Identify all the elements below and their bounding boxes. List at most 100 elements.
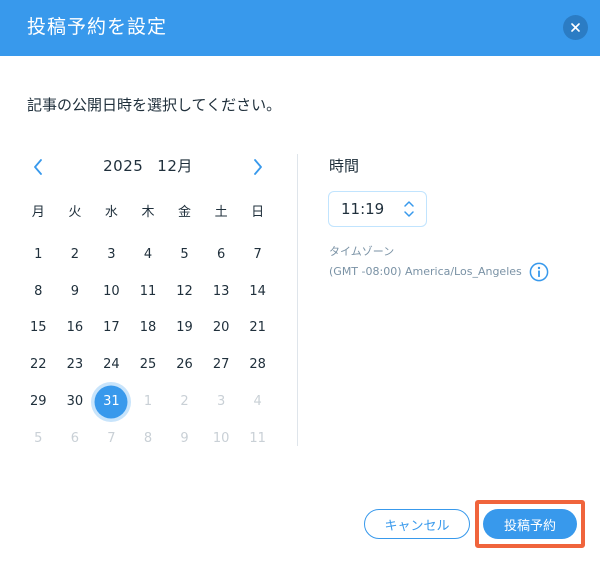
calendar-day-number: 5 — [180, 246, 189, 262]
calendar-day[interactable]: 3 — [93, 236, 130, 272]
calendar-day-number: 4 — [253, 394, 262, 410]
schedule-post-button[interactable]: 投稿予約 — [483, 509, 577, 539]
calendar-day-number: 11 — [139, 283, 157, 299]
calendar-day-number: 3 — [216, 394, 226, 410]
calendar-day[interactable]: 15 — [20, 310, 57, 346]
calendar-day-number: 16 — [66, 320, 84, 336]
calendar-day[interactable]: 13 — [203, 273, 240, 309]
timezone-value: (GMT -08:00) America/Los_Angeles — [329, 265, 522, 278]
calendar-week-row: 5 6 7 8 9 10 11 — [20, 420, 276, 457]
calendar-day-number: 28 — [249, 357, 266, 373]
instruction-text: 記事の公開日時を選択してください。 — [27, 96, 282, 114]
calendar-grid: 1 2 3 4 5 6 7 8 9 10 11 12 13 14 15 16 17 18 19 20 21 22 23 24 2… — [20, 236, 276, 457]
calendar-year: 2025 — [103, 157, 144, 175]
calendar-day-number: 23 — [66, 357, 84, 373]
weekday-label: 火 — [68, 205, 82, 220]
weekday-label: 月 — [31, 205, 45, 220]
calendar-day-number: 15 — [30, 320, 47, 336]
calendar-day-number: 8 — [143, 430, 153, 446]
calendar-day: 8 — [130, 420, 167, 456]
chevron-right-icon — [254, 159, 262, 175]
time-label: 時間 — [329, 157, 360, 175]
calendar-day[interactable]: 10 — [93, 273, 130, 309]
calendar-day[interactable]: 24 — [93, 347, 130, 383]
calendar-day[interactable]: 20 — [203, 310, 240, 346]
calendar-day[interactable]: 1 — [20, 236, 57, 272]
calendar-day-number: 17 — [103, 320, 120, 336]
calendar-week-row: 8 9 10 11 12 13 14 — [20, 273, 276, 310]
calendar-day-selected[interactable]: 31 — [93, 384, 130, 420]
calendar-day-number: 19 — [176, 320, 193, 336]
calendar-day-number: 12 — [176, 283, 193, 299]
calendar-day[interactable]: 12 — [166, 273, 203, 309]
calendar-day[interactable]: 18 — [130, 310, 167, 346]
cancel-button[interactable]: キャンセル — [364, 509, 470, 539]
timezone-info-button[interactable] — [529, 262, 549, 282]
calendar-day-number: 3 — [107, 246, 116, 262]
time-input[interactable]: 11:19 — [328, 191, 427, 227]
calendar-day[interactable]: 30 — [57, 384, 94, 420]
calendar-day[interactable]: 29 — [20, 384, 57, 420]
timezone-label: タイムゾーン — [329, 245, 395, 258]
calendar-day[interactable]: 22 — [20, 347, 57, 383]
calendar-week-row: 29 30 31 1 2 3 4 — [20, 383, 276, 420]
next-month-button[interactable] — [248, 157, 268, 177]
calendar-day[interactable]: 4 — [130, 236, 167, 272]
calendar-day[interactable]: 6 — [203, 236, 240, 272]
calendar-day-number: 22 — [30, 357, 47, 373]
weekday-label: 土 — [214, 205, 228, 220]
month-year-title: 2025 12月 — [60, 156, 236, 176]
calendar-day-number: 7 — [107, 430, 116, 446]
prev-month-button[interactable] — [28, 157, 48, 177]
calendar-day-number: 1 — [143, 394, 153, 410]
calendar-day[interactable]: 25 — [130, 347, 167, 383]
calendar-day-number: 26 — [176, 357, 193, 373]
calendar-day[interactable]: 27 — [203, 347, 240, 383]
calendar-week-row: 22 23 24 25 26 27 28 — [20, 346, 276, 383]
calendar-day: 7 — [93, 420, 130, 456]
calendar-day-number: 10 — [212, 430, 230, 446]
calendar-day[interactable]: 11 — [130, 273, 167, 309]
calendar-day-number: 7 — [253, 246, 262, 262]
weekday-label: 水 — [104, 205, 118, 220]
calendar-day-number: 25 — [139, 357, 157, 373]
calendar-day[interactable]: 14 — [239, 273, 276, 309]
calendar-week-row: 15 16 17 18 19 20 21 — [20, 310, 276, 347]
calendar-day: 9 — [166, 420, 203, 456]
calendar-day[interactable]: 19 — [166, 310, 203, 346]
calendar-day[interactable]: 26 — [166, 347, 203, 383]
calendar-day-number: 10 — [103, 283, 120, 299]
calendar-day-number: 5 — [34, 430, 43, 446]
weekday-label: 日 — [251, 205, 265, 220]
calendar-day[interactable]: 5 — [166, 236, 203, 272]
calendar-day-number: 2 — [180, 394, 189, 410]
calendar-day-number: 24 — [103, 357, 120, 373]
calendar-day-number: 9 — [70, 283, 79, 299]
calendar-day[interactable]: 21 — [239, 310, 276, 346]
calendar-day: 3 — [203, 384, 240, 420]
calendar-month: 12月 — [157, 157, 193, 175]
calendar-day-number: 4 — [143, 246, 153, 262]
calendar-day[interactable]: 17 — [93, 310, 130, 346]
time-stepper[interactable] — [402, 198, 416, 220]
dialog-header: 投稿予約を設定 — [0, 0, 600, 56]
calendar-day[interactable]: 23 — [57, 347, 94, 383]
calendar-day-number: 13 — [212, 283, 230, 299]
close-button[interactable] — [563, 15, 588, 40]
info-icon — [529, 262, 549, 282]
calendar-day[interactable]: 28 — [239, 347, 276, 383]
calendar-day[interactable]: 8 — [20, 273, 57, 309]
calendar-day: 11 — [239, 420, 276, 456]
calendar-day[interactable]: 9 — [57, 273, 94, 309]
calendar-day-number: 11 — [249, 430, 266, 446]
calendar-day-number: 9 — [180, 430, 189, 446]
calendar-day-number: 2 — [70, 246, 79, 262]
calendar-day: 10 — [203, 420, 240, 456]
calendar-day: 1 — [130, 384, 167, 420]
weekday-header-row: 月火水木金土日 — [20, 204, 276, 222]
calendar-day[interactable]: 7 — [239, 236, 276, 272]
calendar-day[interactable]: 16 — [57, 310, 94, 346]
calendar-day[interactable]: 2 — [57, 236, 94, 272]
calendar-day: 2 — [166, 384, 203, 420]
weekday-label: 金 — [178, 205, 192, 220]
